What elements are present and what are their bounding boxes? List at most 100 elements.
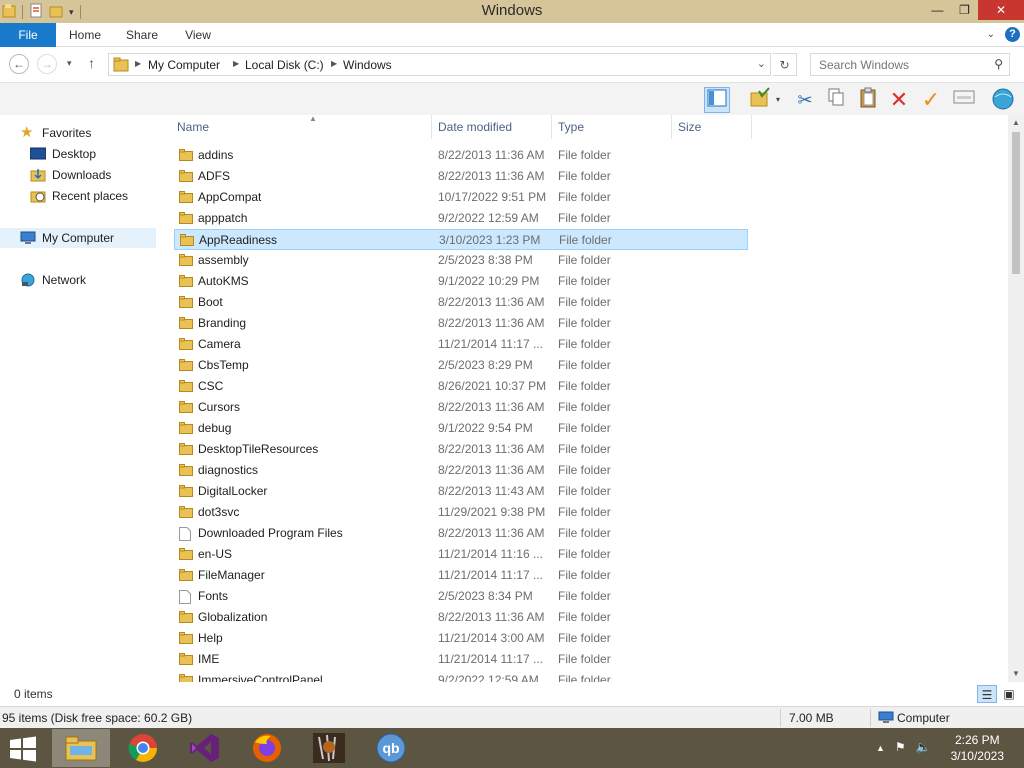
breadcrumb-my-computer[interactable]: My Computer [148,58,220,72]
file-row[interactable]: addins 8/22/2013 11:36 AM File folder [174,145,748,166]
taskbar-firefox[interactable] [238,729,296,767]
folder-icon [179,548,193,560]
minimize-button[interactable]: — [924,0,951,20]
refresh-button[interactable]: ↻ [773,53,797,76]
file-date-modified: 3/10/2023 1:23 PM [439,233,541,247]
globe-icon[interactable] [990,87,1016,113]
large-icons-view-button[interactable]: ▣ [999,685,1019,703]
file-row[interactable]: Downloaded Program Files 8/22/2013 11:36 … [174,523,748,544]
file-row[interactable]: AutoKMS 9/1/2022 10:29 PM File folder [174,271,748,292]
file-type: File folder [558,316,611,330]
scroll-up-arrow-icon[interactable]: ▲ [1008,115,1024,131]
file-row[interactable]: AppCompat 10/17/2022 9:51 PM File folder [174,187,748,208]
back-button[interactable]: ← [9,54,29,74]
nav-my-computer[interactable]: My Computer [0,228,156,248]
folder-icon [179,632,193,644]
file-row[interactable]: dot3svc 11/29/2021 9:38 PM File folder [174,502,748,523]
document-icon [179,527,193,541]
show-hidden-icons-icon[interactable]: ▲ [876,740,885,756]
taskbar-chrome[interactable] [114,729,172,767]
file-row[interactable]: apppatch 9/2/2022 12:59 AM File folder [174,208,748,229]
file-row[interactable]: Branding 8/22/2013 11:36 AM File folder [174,313,748,334]
file-row[interactable]: ADFS 8/22/2013 11:36 AM File folder [174,166,748,187]
file-row[interactable]: diagnostics 8/22/2013 11:36 AM File folder [174,460,748,481]
scroll-thumb[interactable] [1012,132,1020,274]
rename-check-icon[interactable]: ✓ [918,87,944,113]
select-folder-icon[interactable] [742,87,778,113]
file-row[interactable]: debug 9/1/2022 9:54 PM File folder [174,418,748,439]
tab-home[interactable]: Home [62,23,108,47]
ribbon-right-controls: ⌄ ? [987,27,1020,42]
recent-locations-icon[interactable]: ▾ [67,58,72,69]
expand-ribbon-icon[interactable]: ⌄ [987,29,995,40]
taskbar: qb ▲ ⚑ 🔈 2:26 PM 3/10/2023 [0,728,1024,768]
properties-icon[interactable] [951,87,977,113]
chevron-down-icon[interactable]: ▾ [776,95,780,104]
forward-button[interactable]: → [37,54,57,74]
paste-icon[interactable] [855,87,881,113]
scroll-down-arrow-icon[interactable]: ▼ [1008,666,1024,682]
tab-file[interactable]: File [0,23,56,47]
column-header-date[interactable]: Date modified [432,115,552,139]
maximize-button[interactable]: ❐ [951,0,978,20]
start-button[interactable] [8,736,40,762]
chevron-right-icon[interactable]: ▶ [331,59,337,68]
taskbar-qbittorrent[interactable]: qb [362,729,420,767]
file-type: File folder [558,190,611,204]
address-bar[interactable]: ▶ My Computer ▶ Local Disk (C:) ▶ Window… [108,53,771,76]
tab-share[interactable]: Share [120,23,164,47]
file-row[interactable]: Help 11/21/2014 3:00 AM File folder [174,628,748,649]
details-view-button[interactable]: ☰ [977,685,997,703]
copy-icon[interactable] [823,87,849,113]
cut-icon[interactable]: ✂ [792,87,818,113]
file-row[interactable]: Camera 11/21/2014 11:17 ... File folder [174,334,748,355]
nav-favorites[interactable]: ★ Favorites [20,123,91,143]
file-row[interactable]: CSC 8/26/2021 10:37 PM File folder [174,376,748,397]
nav-network[interactable]: Network [20,270,86,290]
file-row[interactable]: FileManager 11/21/2014 11:17 ... File fold… [174,565,748,586]
address-dropdown-icon[interactable]: ⌄ [757,57,766,70]
search-icon[interactable]: ⚲ [994,57,1003,71]
file-date-modified: 9/2/2022 12:59 AM [438,211,539,225]
breadcrumb-local-disk[interactable]: Local Disk (C:) [245,58,324,72]
file-name: Cursors [198,400,241,414]
up-arrow-icon[interactable]: ↑ [88,55,95,71]
file-row[interactable]: ImmersiveControlPanel 9/2/2022 12:59 AM Fi… [174,670,748,682]
file-row[interactable]: Cursors 8/22/2013 11:36 AM File folder [174,397,748,418]
volume-icon[interactable]: 🔈 [916,740,931,756]
tab-view[interactable]: View [178,23,218,47]
computer-icon [20,231,36,245]
file-row[interactable]: DesktopTileResources 8/22/2013 11:36 AM Fi… [174,439,748,460]
file-row[interactable]: Globalization 8/22/2013 11:36 AM File fold… [174,607,748,628]
chevron-right-icon[interactable]: ▶ [233,59,239,68]
taskbar-visual-studio[interactable] [176,729,234,767]
taskbar-wolverine-game[interactable] [300,729,358,767]
file-row[interactable]: CbsTemp 2/5/2023 8:29 PM File folder [174,355,748,376]
action-center-flag-icon[interactable]: ⚑ [895,740,906,756]
file-row[interactable]: en-US 11/21/2014 11:16 ... File folder [174,544,748,565]
chevron-right-icon[interactable]: ▶ [135,59,141,68]
taskbar-file-explorer[interactable] [52,729,110,767]
nav-recent-places[interactable]: Recent places [30,186,128,206]
search-input[interactable] [811,54,981,75]
file-row[interactable]: DigitalLocker 8/22/2013 11:43 AM File fold… [174,481,748,502]
nav-desktop[interactable]: Desktop [29,144,96,164]
help-icon[interactable]: ? [1005,27,1020,42]
nav-downloads[interactable]: Downloads [30,165,111,185]
close-button[interactable]: ✕ [978,0,1024,20]
column-header-type[interactable]: Type [552,115,672,139]
file-row[interactable]: IME 11/21/2014 11:17 ... File folder [174,649,748,670]
file-name: en-US [198,547,233,561]
delete-icon[interactable]: ✕ [886,87,912,113]
vertical-scrollbar[interactable]: ▲ ▼ [1008,115,1024,682]
file-row[interactable]: Fonts 2/5/2023 8:34 PM File folder [174,586,748,607]
folder-icon [179,359,193,371]
column-header-size[interactable]: Size [672,115,752,139]
clock[interactable]: 2:26 PM 3/10/2023 [951,732,1004,764]
preview-pane-button[interactable] [704,87,730,113]
file-row[interactable]: Boot 8/22/2013 11:36 AM File folder [174,292,748,313]
breadcrumb-windows[interactable]: Windows [343,58,392,72]
file-row[interactable]: assembly 2/5/2023 8:38 PM File folder [174,250,748,271]
column-header-name[interactable]: Name ▲ [171,115,432,139]
file-row[interactable]: AppReadiness 3/10/2023 1:23 PM File folder [174,229,748,250]
